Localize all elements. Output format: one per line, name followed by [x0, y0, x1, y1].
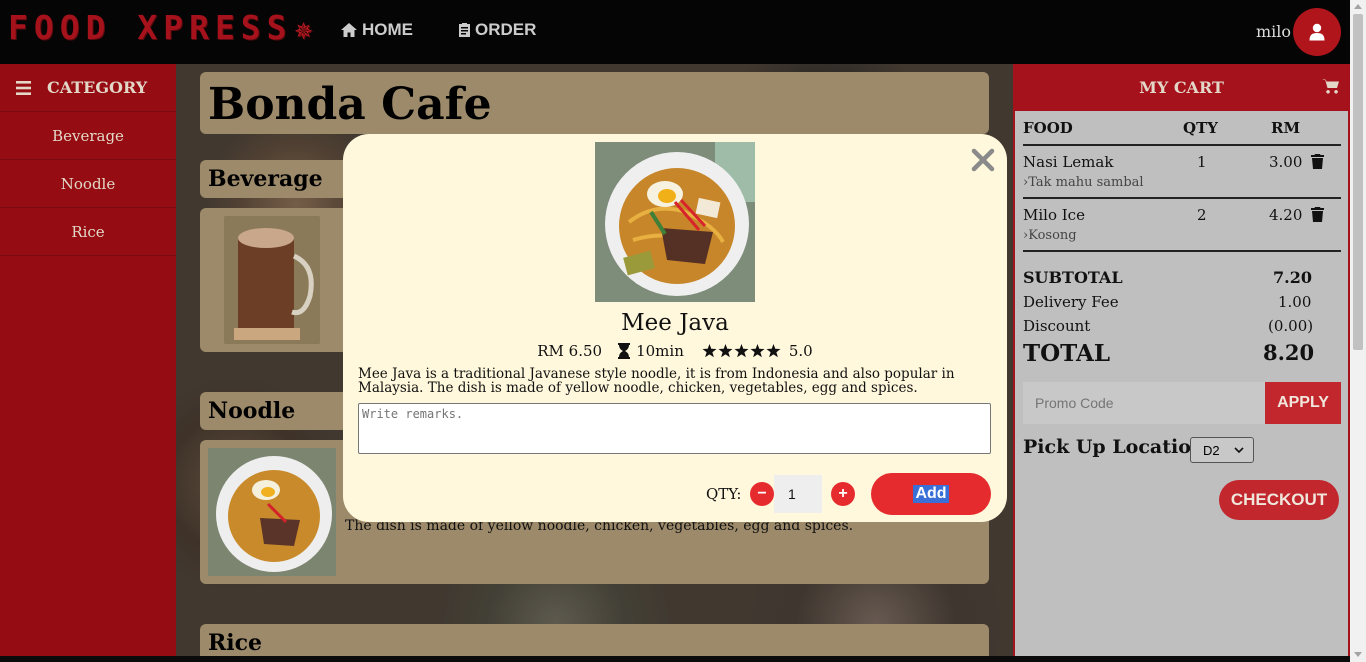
qty-decrease-button[interactable]: −: [750, 482, 774, 506]
mee-java-thumb-image: [208, 448, 336, 576]
category-item-noodle[interactable]: Noodle: [0, 160, 176, 208]
pickup-label: Pick Up Location:: [1023, 436, 1212, 458]
cart-divider: [1023, 250, 1341, 252]
hamburger-icon[interactable]: [16, 80, 31, 95]
delivery-label: Delivery Fee: [1023, 293, 1119, 311]
nav-order[interactable]: ORDER: [458, 20, 536, 40]
home-icon: [341, 23, 357, 37]
trash-icon[interactable]: [1311, 207, 1324, 226]
app-root: FOOD XPRESS✵ HOME ORDER milo CATEGORY Be…: [0, 0, 1366, 662]
star-icon: [766, 344, 781, 358]
star-icon: [734, 344, 749, 358]
section-rice-title: Rice: [208, 630, 263, 656]
category-sidebar: CATEGORY Beverage Noodle Rice: [0, 64, 176, 662]
user-avatar-button[interactable]: [1293, 8, 1341, 56]
cart-title: MY CART: [1139, 78, 1224, 97]
chevron-down-icon: [1234, 447, 1244, 453]
pickup-selected-value: D2: [1203, 442, 1220, 458]
apply-button[interactable]: APPLY: [1265, 382, 1341, 424]
star-icon: [718, 344, 733, 358]
add-button-label: Add: [913, 485, 949, 503]
cart-item-remark: ›Tak mahu sambal: [1023, 175, 1144, 190]
user-icon: [1309, 23, 1325, 41]
checkout-button[interactable]: CHECKOUT: [1219, 480, 1339, 520]
trash-icon[interactable]: [1311, 154, 1324, 173]
modal-meta-row: RM 6.50 10min 5.0: [343, 342, 1007, 360]
close-icon[interactable]: [971, 148, 995, 176]
cart-col-food: FOOD: [1023, 119, 1073, 137]
total-label: TOTAL: [1023, 340, 1111, 367]
category-title: CATEGORY: [47, 78, 148, 97]
modal-time: 10min: [636, 342, 684, 360]
cart-item-name: Nasi Lemak: [1023, 153, 1114, 171]
remarks-textarea[interactable]: [358, 403, 991, 454]
cart-divider: [1023, 144, 1341, 146]
username: milo: [1256, 22, 1292, 41]
cart-item-price: 3.00: [1269, 153, 1303, 171]
discount-value: (0.00): [1268, 317, 1314, 335]
qty-input[interactable]: [774, 475, 822, 513]
modal-food-name: Mee Java: [621, 310, 729, 336]
promo-code-input[interactable]: [1023, 382, 1265, 424]
restaurant-title-box: Bonda Cafe: [200, 72, 989, 134]
nav-home-label: HOME: [362, 20, 413, 39]
hourglass-icon: [618, 343, 631, 359]
cart-panel: MY CART FOOD QTY RM Nasi Lemak 1 3.00 ›T…: [1013, 64, 1350, 662]
cart-divider: [1023, 197, 1341, 199]
subtotal-label: SUBTOTAL: [1023, 268, 1123, 287]
pickup-location-select[interactable]: D2: [1190, 437, 1254, 463]
star-icon: [702, 344, 717, 358]
brand-logo[interactable]: FOOD XPRESS✵: [8, 8, 319, 47]
top-header: FOOD XPRESS✵ HOME ORDER milo: [0, 0, 1350, 64]
scroll-down-icon[interactable]: [1354, 652, 1362, 657]
bottom-edge: [0, 656, 1350, 662]
qty-increase-button[interactable]: +: [831, 482, 855, 506]
cart-item-qty: 2: [1197, 206, 1207, 224]
qty-label: QTY:: [706, 485, 742, 503]
delivery-value: 1.00: [1278, 293, 1312, 311]
logo-star-icon: ✵: [294, 12, 319, 47]
nav-order-label: ORDER: [475, 20, 537, 39]
subtotal-value: 7.20: [1273, 268, 1312, 287]
modal-rating: 5.0: [788, 342, 813, 360]
star-icon: [750, 344, 765, 358]
rating-stars: [702, 344, 781, 358]
modal-description: Mee Java is a traditional Javanese style…: [358, 366, 955, 396]
discount-label: Discount: [1023, 317, 1091, 335]
cart-item-name: Milo Ice: [1023, 206, 1085, 224]
cart-col-qty: QTY: [1183, 119, 1218, 137]
scroll-up-icon[interactable]: [1354, 4, 1362, 9]
cart-item-price: 4.20: [1269, 206, 1303, 224]
scrollbar-thumb[interactable]: [1353, 14, 1363, 350]
cart-header: MY CART: [1015, 64, 1348, 111]
modal-price: RM 6.50: [537, 342, 603, 360]
shopping-cart-icon[interactable]: [1322, 78, 1340, 98]
nav-home[interactable]: HOME: [340, 20, 413, 40]
category-item-rice[interactable]: Rice: [0, 208, 176, 256]
cart-item-qty: 1: [1197, 153, 1207, 171]
milo-ice-image: [224, 216, 320, 344]
cart-item-remark: ›Kosong: [1023, 228, 1077, 243]
mee-java-image: [595, 142, 755, 302]
total-value: 8.20: [1263, 340, 1315, 365]
restaurant-name: Bonda Cafe: [208, 79, 492, 130]
clipboard-icon: [459, 23, 470, 37]
add-to-cart-button[interactable]: Add: [871, 473, 991, 515]
category-header[interactable]: CATEGORY: [0, 64, 176, 112]
food-detail-modal: Mee Java RM 6.50 10min 5.0 Mee Java is a…: [343, 134, 1007, 522]
cart-col-rm: RM: [1271, 119, 1301, 137]
category-item-beverage[interactable]: Beverage: [0, 112, 176, 160]
